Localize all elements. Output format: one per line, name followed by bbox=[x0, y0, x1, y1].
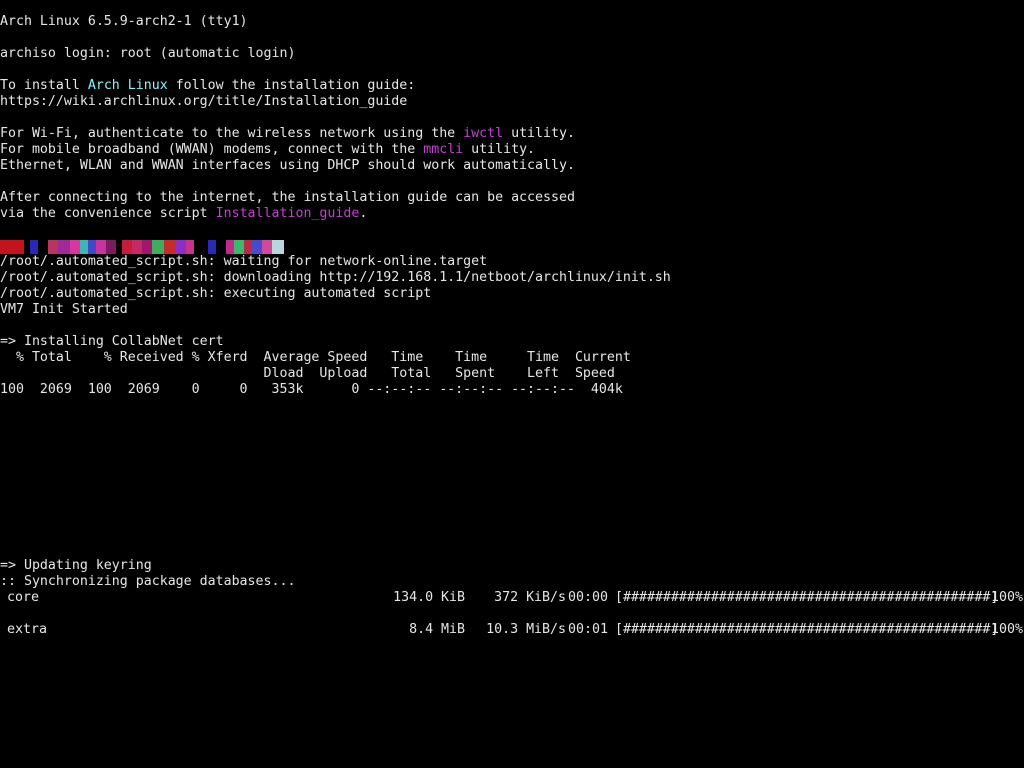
install-suffix: follow the installation guide: bbox=[167, 78, 416, 93]
via-suffix: . bbox=[359, 206, 368, 221]
arch-linux-highlight: Arch Linux bbox=[87, 78, 168, 93]
mobile-prefix: For mobile broadband (WWAN) modems, conn… bbox=[0, 142, 424, 157]
curl-header-1: % Total % Received % Xferd Average Speed… bbox=[0, 350, 631, 365]
package-speed: 10.3 MiB/s bbox=[486, 622, 566, 637]
wifi-line: For Wi-Fi, authenticate to the wireless … bbox=[0, 126, 575, 142]
package-name: extra bbox=[7, 622, 47, 637]
install-line: To install Arch Linux follow the install… bbox=[0, 78, 415, 94]
package-size: 134.0 KiB bbox=[393, 590, 465, 605]
mobile-suffix: utility. bbox=[463, 142, 536, 157]
package-percent: 100% bbox=[991, 622, 1023, 637]
package-time: 00:00 bbox=[568, 590, 608, 605]
mobile-line: For mobile broadband (WWAN) modems, conn… bbox=[0, 142, 535, 158]
package-percent: 100% bbox=[991, 590, 1023, 605]
ethernet-line: Ethernet, WLAN and WWAN interfaces using… bbox=[0, 158, 575, 173]
keyring-title: => Updating keyring bbox=[0, 558, 152, 573]
wifi-prefix: For Wi-Fi, authenticate to the wireless … bbox=[0, 126, 464, 141]
tty-header: Arch Linux 6.5.9-arch2-1 (tty1) bbox=[0, 14, 248, 29]
iwctl-highlight: iwctl bbox=[463, 126, 504, 141]
package-time: 00:01 bbox=[568, 622, 608, 637]
install-prefix: To install bbox=[0, 78, 88, 93]
script-exec-line: /root/.automated_script.sh: executing au… bbox=[0, 286, 432, 301]
package-name: core bbox=[7, 590, 39, 605]
package-progress-bar: [#######################################… bbox=[615, 590, 999, 605]
via-prefix: via the convenience script bbox=[0, 206, 216, 221]
login-message: archiso login: root (automatic login) bbox=[0, 46, 296, 61]
script-wait-line: /root/.automated_script.sh: waiting for … bbox=[0, 254, 488, 269]
script-download-line: /root/.automated_script.sh: downloading … bbox=[0, 270, 671, 285]
sync-title: :: Synchronizing package databases... bbox=[0, 574, 296, 589]
init-started-line: VM7 Init Started bbox=[0, 302, 128, 317]
install-guide-url: https://wiki.archlinux.org/title/Install… bbox=[0, 94, 408, 109]
package-progress-bar: [#######################################… bbox=[615, 622, 999, 637]
after-connect-line: After connecting to the internet, the in… bbox=[0, 190, 575, 205]
curl-progress-row: 100 2069 100 2069 0 0 353k 0 --:--:-- --… bbox=[0, 382, 623, 397]
cert-title: => Installing CollabNet cert bbox=[0, 334, 224, 349]
mmcli-highlight: mmcli bbox=[423, 142, 464, 157]
wifi-suffix: utility. bbox=[503, 126, 575, 141]
curl-header-2: Dload Upload Total Spent Left Speed bbox=[0, 366, 615, 381]
tty-console[interactable]: Arch Linux 6.5.9-arch2-1 (tty1) archiso … bbox=[0, 0, 1024, 768]
package-speed: 372 KiB/s bbox=[494, 590, 566, 605]
package-size: 8.4 MiB bbox=[409, 622, 465, 637]
via-script-line: via the convenience script Installation_… bbox=[0, 206, 367, 222]
glitch-color-bar bbox=[0, 240, 284, 254]
installation-guide-highlight: Installation_guide bbox=[215, 206, 360, 221]
